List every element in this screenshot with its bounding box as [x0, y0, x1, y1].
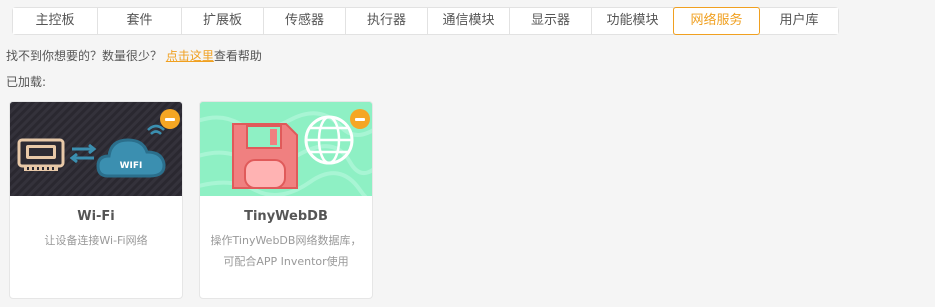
card-title: Wi-Fi — [77, 209, 115, 224]
card-description: 让设备连接Wi-Fi网络 — [16, 230, 176, 251]
tinywebdb-banner-image — [200, 102, 372, 196]
wifi-banner-image: WIFI — [10, 102, 182, 196]
help-link[interactable]: 点击这里 — [166, 49, 214, 63]
tab-network-services[interactable]: 网络服务 — [673, 7, 760, 35]
card-description-line1: 让设备连接Wi-Fi网络 — [44, 234, 148, 247]
card-description-line1: 操作TinyWebDB网络数据库， — [210, 234, 362, 247]
help-hint: 找不到你想要的？数量很少？ 点击这里查看帮助 — [6, 47, 262, 64]
loaded-label: 已加载: — [6, 75, 47, 89]
extension-card-tinywebdb[interactable]: TinyWebDB 操作TinyWebDB网络数据库， 可配合APP Inven… — [199, 101, 373, 299]
tab-communication[interactable]: 通信模块 — [428, 8, 510, 34]
hint-prefix: 找不到你想要的？数量很少？ — [6, 49, 166, 63]
card-description-line2: 可配合APP Inventor使用 — [223, 255, 349, 268]
tab-expansion-board[interactable]: 扩展板 — [182, 8, 264, 34]
remove-wifi-button[interactable] — [160, 109, 180, 129]
tab-user-library[interactable]: 用户库 — [760, 8, 838, 34]
tab-kits[interactable]: 套件 — [98, 8, 182, 34]
hint-suffix: 查看帮助 — [213, 49, 262, 63]
tab-main-board[interactable]: 主控板 — [13, 8, 98, 34]
tab-actuators[interactable]: 执行器 — [346, 8, 428, 34]
card-description: 操作TinyWebDB网络数据库， 可配合APP Inventor使用 — [206, 230, 366, 272]
tab-function-modules[interactable]: 功能模块 — [592, 8, 674, 34]
card-title: TinyWebDB — [244, 209, 328, 224]
remove-tinywebdb-button[interactable] — [350, 109, 370, 129]
wifi-cloud-label: WIFI — [120, 161, 143, 171]
tab-displays[interactable]: 显示器 — [510, 8, 592, 34]
category-tabs: 主控板 套件 扩展板 传感器 执行器 通信模块 显示器 功能模块 网络服务 用户… — [12, 7, 839, 35]
extension-card-wifi[interactable]: WIFI Wi-Fi 让设备连接Wi-Fi网络 — [9, 101, 183, 299]
tab-sensors[interactable]: 传感器 — [264, 8, 346, 34]
